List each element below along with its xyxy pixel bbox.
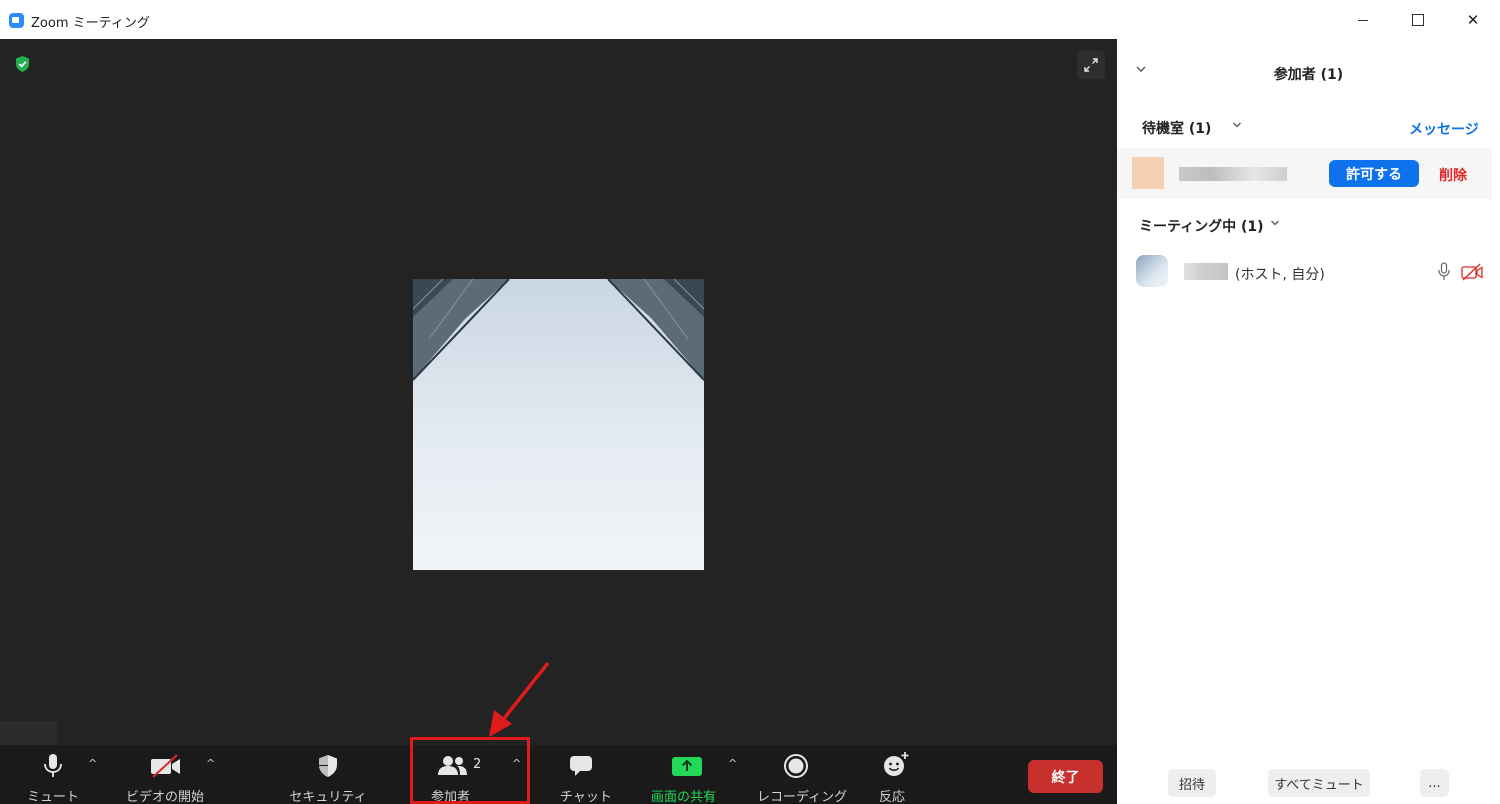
zoom-app-icon [9, 13, 24, 28]
mute-label: ミュート [26, 790, 79, 804]
window-title: Zoom ミーティング [31, 16, 150, 31]
admit-button[interactable]: 許可する [1329, 160, 1419, 187]
host-avatar [1136, 255, 1168, 287]
chat-label: チャット [560, 790, 612, 804]
remove-button[interactable]: 削除 [1439, 165, 1467, 185]
host-video-off-icon[interactable] [1460, 262, 1484, 282]
share-screen-label: 画面の共有 [651, 790, 717, 804]
start-video-button[interactable]: ビデオの開始 [120, 745, 212, 804]
reactions-button[interactable]: 反応 [870, 745, 920, 804]
in-meeting-chevron-icon[interactable] [1270, 218, 1280, 228]
end-meeting-button[interactable]: 終了 [1028, 760, 1103, 793]
audio-options-caret[interactable]: ^ [88, 757, 97, 770]
title-bar: Zoom ミーティング ✕ [0, 0, 1500, 39]
record-button[interactable]: レコーディング [755, 745, 847, 804]
host-mic-icon[interactable] [1437, 262, 1451, 282]
in-meeting-title[interactable]: ミーティング中 (1) [1139, 216, 1264, 236]
waiting-participant-avatar [1132, 157, 1164, 189]
meeting-toolbar: ミュート ^ ビデオの開始 ^ セキュリティ 2 参加者 ^ チャット 画面の共… [0, 745, 1117, 804]
reaction-emoji-icon [884, 752, 909, 776]
participant-video-tile [413, 279, 704, 570]
minimize-button[interactable] [1340, 4, 1386, 36]
waiting-participant-name-blurred [1179, 167, 1287, 181]
participants-highlight-box [410, 737, 530, 804]
chat-button[interactable]: チャット [552, 745, 612, 804]
mute-button[interactable]: ミュート [20, 745, 86, 804]
mute-all-button[interactable]: すべてミュート [1268, 769, 1370, 797]
record-icon [784, 754, 808, 778]
reactions-label: 反応 [879, 790, 906, 804]
encryption-shield-icon [16, 56, 29, 72]
video-options-caret[interactable]: ^ [206, 757, 215, 770]
security-button[interactable]: セキュリティ [289, 745, 367, 804]
video-off-icon [151, 754, 180, 778]
share-screen-button[interactable]: 画面の共有 [648, 745, 726, 804]
close-button[interactable]: ✕ [1450, 4, 1496, 36]
fullscreen-button[interactable] [1077, 51, 1105, 79]
waiting-room-message-link[interactable]: メッセージ [1409, 119, 1479, 139]
waiting-room-title[interactable]: 待機室 (1) [1142, 118, 1211, 138]
host-participant-row: (ホスト, 自分) [1117, 253, 1500, 293]
share-screen-icon [672, 757, 702, 776]
participant-name-strip [0, 721, 57, 745]
waiting-room-chevron-icon[interactable] [1232, 120, 1242, 130]
microphone-icon [44, 754, 62, 777]
host-name-blurred [1184, 263, 1228, 280]
expand-icon [1084, 58, 1098, 72]
maximize-button[interactable] [1395, 4, 1441, 36]
more-options-button[interactable]: ... [1420, 769, 1449, 797]
waiting-participant-row: 許可する 削除 [1117, 148, 1492, 199]
video-area [0, 39, 1117, 745]
host-role-label: (ホスト, 自分) [1235, 267, 1325, 283]
chat-bubble-icon [570, 756, 592, 776]
security-label: セキュリティ [289, 790, 367, 804]
share-options-caret[interactable]: ^ [728, 757, 737, 770]
participants-panel: 参加者 (1) 待機室 (1) メッセージ 許可する 削除 ミーティング中 (1… [1117, 39, 1500, 804]
security-shield-icon [319, 755, 337, 777]
building-photo [413, 279, 704, 570]
panel-title: 参加者 (1) [1273, 67, 1344, 83]
invite-button[interactable]: 招待 [1168, 769, 1216, 797]
record-label: レコーディング [757, 790, 848, 804]
start-video-label: ビデオの開始 [126, 790, 205, 804]
